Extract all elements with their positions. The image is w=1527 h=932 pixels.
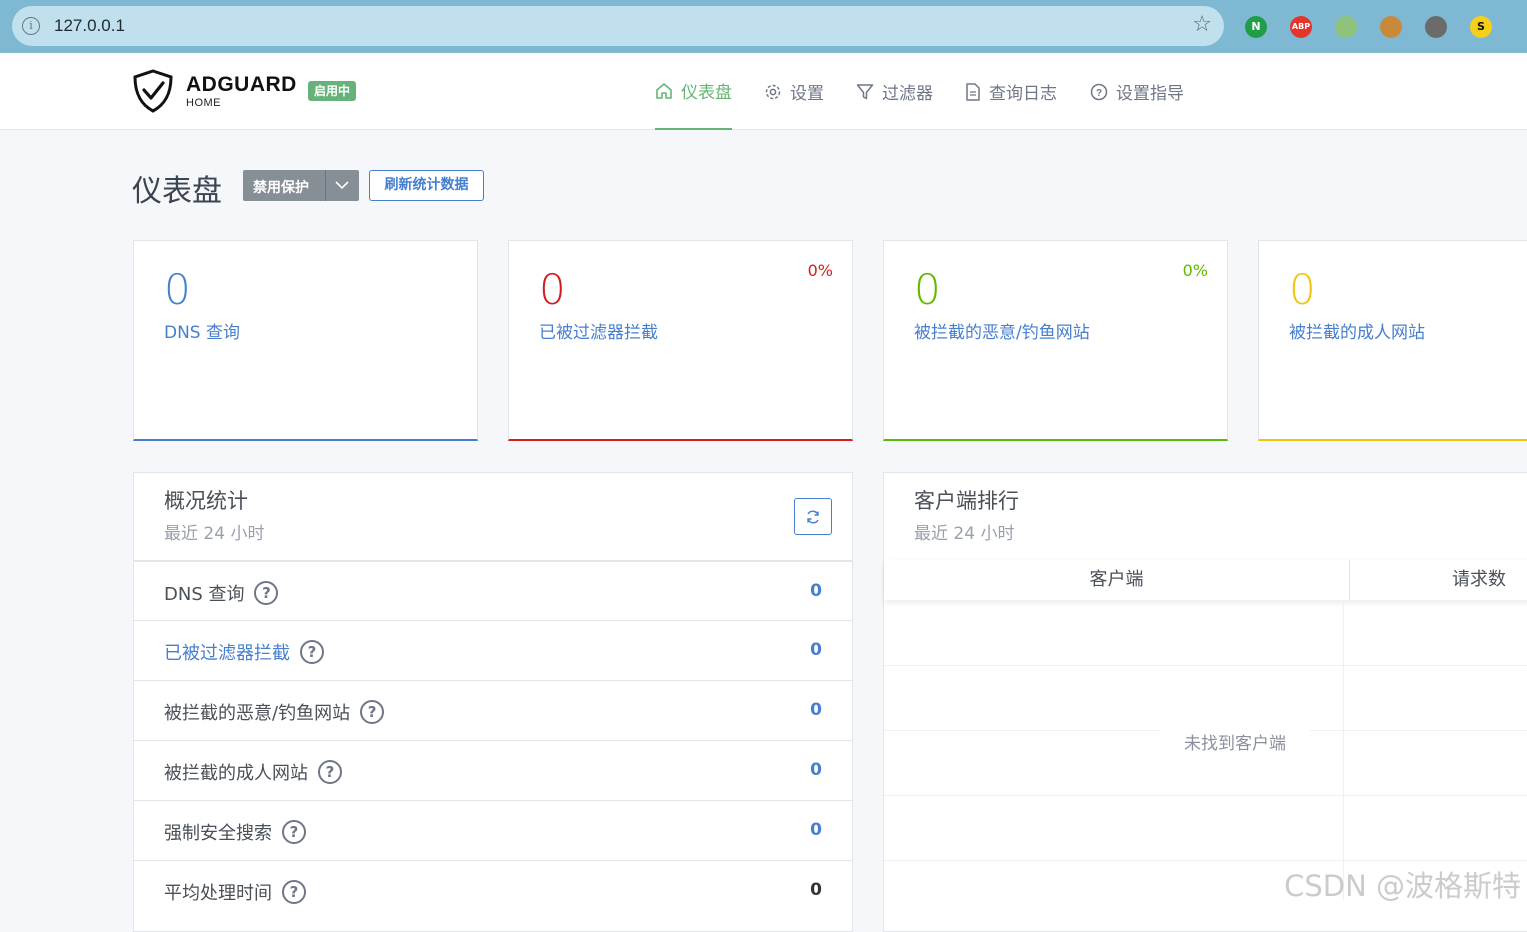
panel-subtitle: 最近 24 小时 — [914, 524, 1015, 544]
button-divider — [325, 170, 326, 201]
stats-row-label: 被拦截的恶意/钓鱼网站? — [164, 699, 385, 725]
stats-row-value: 0 — [810, 700, 822, 720]
stats-row-value: 0 — [810, 880, 822, 900]
stat-card-blocked-adult: 0 被拦截的成人网站 — [1258, 240, 1527, 441]
adguard-shield-logo-icon[interactable] — [132, 69, 174, 113]
monkey-extension-icon[interactable] — [1425, 16, 1447, 38]
stats-row: 被拦截的成人网站? 0 — [134, 740, 852, 800]
disable-protection-label: 禁用保护 — [253, 180, 309, 196]
nav-setup-guide[interactable]: ? 设置指导 — [1090, 53, 1184, 130]
panel-title: 客户端排行 — [914, 489, 1019, 513]
panel-title: 概况统计 — [164, 489, 248, 513]
stats-row: 强制安全搜索? 0 — [134, 800, 852, 860]
page-title: 仪表盘 — [132, 174, 222, 209]
stats-row: DNS 查询? 0 — [134, 560, 852, 620]
nav-dashboard[interactable]: 仪表盘 — [655, 53, 732, 130]
stats-row-text: 被拦截的恶意/钓鱼网站 — [164, 703, 351, 724]
general-stats-panel: 概况统计 最近 24 小时 DNS 查询? 0 已被过滤器拦截? 0 被拦截的恶意/钓鱼… — [133, 472, 853, 932]
help-tooltip-icon[interactable]: ? — [282, 820, 306, 844]
address-bar[interactable]: i 127.0.0.1 ☆ — [12, 6, 1224, 46]
stat-label[interactable]: 被拦截的成人网站 — [1289, 318, 1425, 343]
chevron-down-icon[interactable] — [334, 175, 350, 199]
help-tooltip-icon[interactable]: ? — [360, 700, 385, 724]
gear-icon — [764, 83, 782, 101]
nav-query-log[interactable]: 查询日志 — [965, 53, 1057, 130]
site-info-icon[interactable]: i — [22, 17, 40, 35]
stats-row-label[interactable]: 已被过滤器拦截? — [164, 639, 324, 665]
stats-row-label: 强制安全搜索? — [164, 819, 306, 845]
stats-row-value: 0 — [810, 581, 822, 601]
table-row-divider — [884, 665, 1527, 666]
cookie-extension-icon[interactable] — [1380, 16, 1402, 38]
stat-value: 0 — [539, 265, 566, 314]
stat-label[interactable]: 被拦截的恶意/钓鱼网站 — [914, 318, 1090, 343]
stats-row-value: 0 — [810, 640, 822, 660]
help-tooltip-icon[interactable]: ? — [300, 640, 324, 664]
stats-row-text: 被拦截的成人网站 — [164, 763, 308, 784]
nav-label: 设置指导 — [1116, 84, 1184, 104]
green-circle-extension-icon[interactable] — [1335, 16, 1357, 38]
s-extension-icon[interactable]: S — [1470, 16, 1492, 38]
watermark: CSDN @波格斯特 — [1284, 869, 1521, 903]
logo-text[interactable]: ADGUARD — [186, 73, 297, 97]
column-header-client[interactable]: 客户端 — [884, 560, 1350, 600]
stat-value: 0 — [914, 265, 941, 314]
table-row-divider — [884, 795, 1527, 796]
stats-row-value: 0 — [810, 820, 822, 840]
nav-label: 仪表盘 — [681, 83, 732, 103]
stat-card-blocked-filters: 0 已被过滤器拦截 0% — [508, 240, 853, 441]
nav-filters[interactable]: 过滤器 — [856, 53, 933, 130]
refresh-stats-button[interactable]: 刷新统计数据 — [369, 170, 484, 201]
nav-settings[interactable]: 设置 — [764, 53, 824, 130]
document-icon — [965, 82, 981, 101]
browser-toolbar: i 127.0.0.1 ☆ N ABP S — [0, 0, 1527, 53]
stats-row-text: 强制安全搜索 — [164, 823, 272, 844]
bookmark-star-icon[interactable]: ☆ — [1192, 12, 1212, 37]
stats-row-label: DNS 查询? — [164, 580, 279, 606]
stat-card-dns-queries: 0 DNS 查询 — [133, 240, 478, 441]
stats-row: 被拦截的恶意/钓鱼网站? 0 — [134, 680, 852, 740]
url-text[interactable]: 127.0.0.1 — [54, 16, 125, 36]
stats-row-text[interactable]: 已被过滤器拦截 — [164, 639, 290, 665]
n-extension-icon[interactable]: N — [1245, 16, 1267, 38]
stats-row: 平均处理时间? 0 — [134, 860, 852, 920]
column-header-requests[interactable]: 请求数 — [1350, 560, 1527, 600]
stat-value: 0 — [164, 265, 191, 314]
nav-label: 过滤器 — [882, 84, 933, 104]
nav-label: 查询日志 — [989, 84, 1057, 104]
help-tooltip-icon[interactable]: ? — [254, 581, 279, 605]
help-icon: ? — [1090, 83, 1108, 101]
home-icon — [655, 82, 673, 100]
no-clients-message: 未找到客户端 — [1160, 729, 1310, 754]
stat-label[interactable]: DNS 查询 — [164, 318, 240, 343]
stats-row-label: 平均处理时间? — [164, 879, 306, 905]
stat-percent: 0% — [1182, 261, 1208, 280]
refresh-panel-button[interactable] — [794, 498, 832, 535]
status-badge: 启用中 — [308, 81, 357, 101]
nav-label: 设置 — [790, 84, 824, 104]
app-header: ADGUARD HOME 启用中 仪表盘 设置 过滤器 查询日志 ? 设置指导 — [0, 53, 1527, 130]
disable-protection-button[interactable]: 禁用保护 — [243, 170, 359, 201]
logo-subtext: HOME — [186, 97, 221, 109]
filter-icon — [856, 83, 874, 101]
stats-row-text: 平均处理时间 — [164, 883, 272, 904]
stat-label[interactable]: 已被过滤器拦截 — [539, 318, 658, 343]
stat-value: 0 — [1289, 265, 1316, 314]
stats-row-value: 0 — [810, 760, 822, 780]
stat-percent: 0% — [807, 261, 833, 280]
stat-card-blocked-malware: 0 被拦截的恶意/钓鱼网站 0% — [883, 240, 1228, 441]
table-column-divider — [1343, 600, 1344, 900]
svg-text:?: ? — [1096, 88, 1102, 99]
panel-subtitle: 最近 24 小时 — [164, 524, 265, 544]
stats-row: 已被过滤器拦截? 0 — [134, 620, 852, 680]
help-tooltip-icon[interactable]: ? — [282, 880, 306, 904]
table-row-divider — [884, 860, 1527, 861]
stats-row-label: 被拦截的成人网站? — [164, 759, 342, 785]
clients-table-header: 客户端 请求数 — [884, 560, 1527, 600]
stats-row-text: DNS 查询 — [164, 584, 245, 605]
adblock-plus-icon[interactable]: ABP — [1290, 16, 1312, 38]
refresh-icon — [807, 510, 819, 523]
help-tooltip-icon[interactable]: ? — [318, 760, 342, 784]
